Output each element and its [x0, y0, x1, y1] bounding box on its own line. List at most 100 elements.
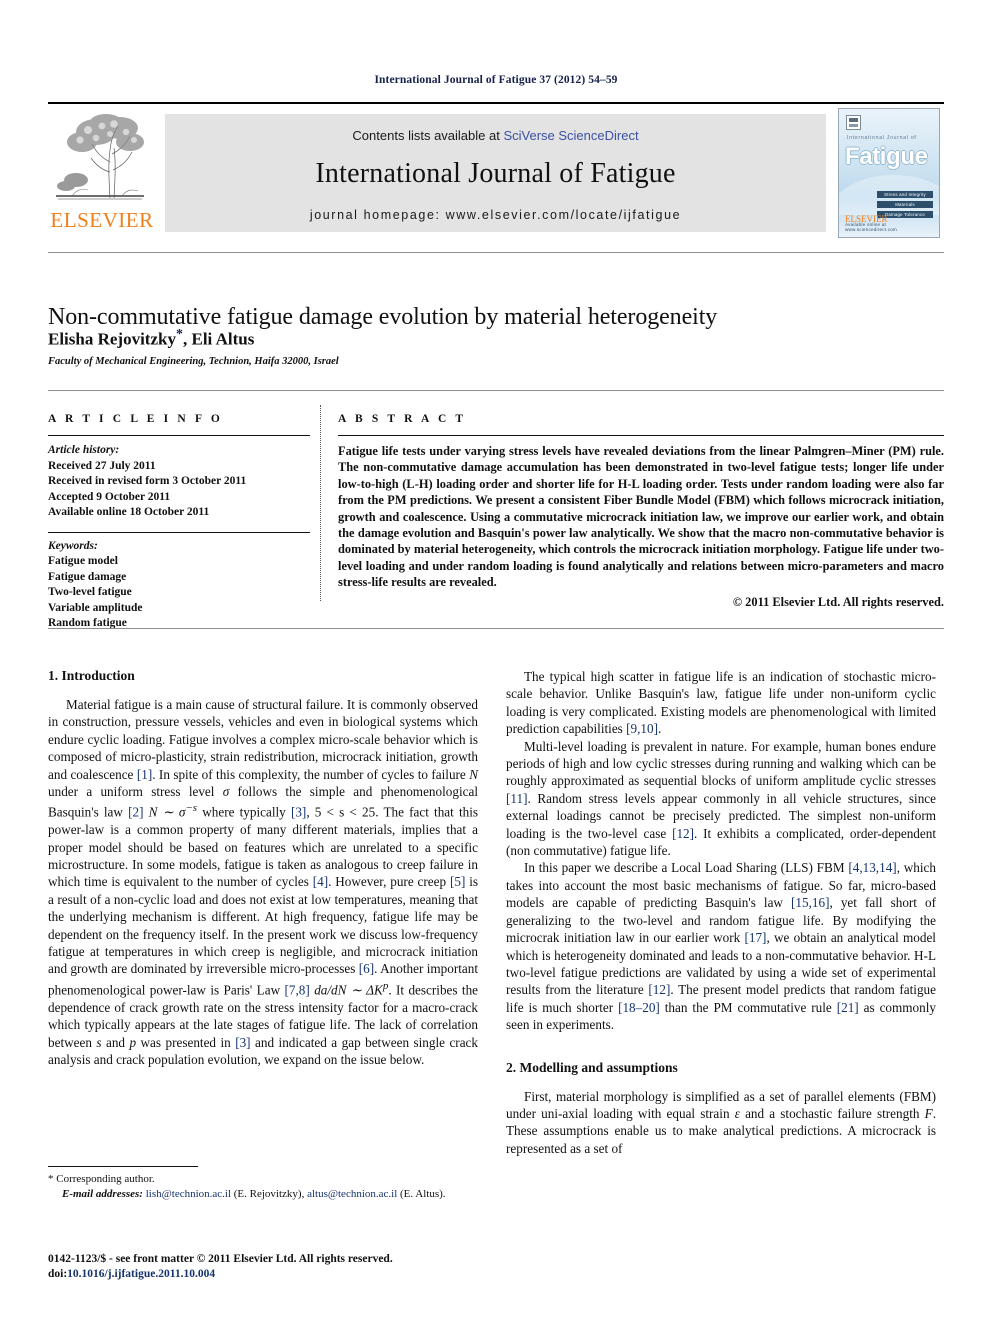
body-column-right: The typical high scatter in fatigue life…: [506, 668, 936, 1157]
article-info-rule: [48, 435, 310, 436]
cover-title: Fatigue: [845, 143, 928, 170]
paragraph-right-3: In this paper we describe a Local Load S…: [506, 859, 936, 1033]
cover-bar: Stress and Integrity: [877, 191, 933, 198]
keywords-label: Keywords:: [48, 539, 98, 552]
math-exponent: −s: [185, 802, 198, 815]
citation-ref[interactable]: [21]: [837, 1000, 859, 1015]
elsevier-wordmark: ELSEVIER: [50, 208, 154, 232]
keywords-rule: [48, 531, 310, 533]
history-item: Available online 18 October 2011: [48, 506, 210, 518]
email-link-1[interactable]: lish@technion.ac.il: [146, 1188, 231, 1200]
keyword-item: Fatigue damage: [48, 570, 127, 583]
email-owner-1: (E. Rejovitzky),: [231, 1188, 308, 1200]
cover-footer-text: Available online at www.sciencedirect.co…: [845, 222, 897, 232]
citation-ref[interactable]: [7,8]: [285, 982, 310, 997]
journal-masthead: ELSEVIER Contents lists available at Sci…: [48, 102, 944, 238]
body-column-left: 1. Introduction Material fatigue is a ma…: [48, 668, 478, 1068]
keyword-item: Variable amplitude: [48, 601, 143, 614]
contents-prefix: Contents lists available at: [352, 128, 504, 143]
info-abstract-block: A R T I C L E I N F O Article history: R…: [48, 390, 944, 629]
cover-bar: Materials: [877, 201, 933, 208]
citation-ref[interactable]: [1]: [137, 767, 152, 782]
abstract-rule: [338, 435, 944, 436]
abstract-text: Fatigue life tests under varying stress …: [338, 444, 944, 590]
history-item: Received 27 July 2011: [48, 459, 156, 472]
email-label: E-mail addresses:: [62, 1188, 143, 1200]
footnote-block: * Corresponding author. E-mail addresses…: [48, 1172, 488, 1202]
text-run: where typically: [197, 804, 291, 820]
keyword-item: Fatigue model: [48, 555, 118, 567]
doi-label: doi:: [48, 1268, 68, 1280]
text-run: . However, pure creep: [328, 874, 450, 890]
journal-title: International Journal of Fatigue: [315, 158, 676, 189]
citation-ref[interactable]: [2]: [128, 805, 143, 820]
paragraph-right-4: First, material morphology is simplified…: [506, 1088, 936, 1158]
text-run: was presented in: [136, 1034, 236, 1050]
citation-ref[interactable]: [9,10]: [626, 721, 658, 736]
email-addresses-note: E-mail addresses: lish@technion.ac.il (E…: [48, 1187, 488, 1202]
citation-ref[interactable]: [12]: [672, 826, 694, 841]
tree-drawing-icon: [52, 110, 148, 208]
author-list: Elisha Rejovitzky*, Eli Altus: [48, 327, 928, 350]
text-run: Multi-level loading is prevalent in natu…: [506, 738, 936, 789]
text-run: under a uniform stress level: [48, 784, 223, 800]
cover-superline: International Journal of: [847, 135, 917, 141]
doi-line: doi:10.1016/j.ijfatigue.2011.10.004: [48, 1267, 548, 1282]
citation-ref[interactable]: [18–20]: [618, 1000, 660, 1015]
journal-homepage[interactable]: journal homepage: www.elsevier.com/locat…: [165, 208, 826, 222]
body-divider: [48, 628, 944, 629]
corresponding-author-note: * Corresponding author.: [48, 1172, 488, 1187]
article-info-column: A R T I C L E I N F O Article history: R…: [48, 413, 310, 632]
citation-ref[interactable]: [4,13,14]: [848, 860, 896, 875]
article-history-label: Article history:: [48, 444, 120, 456]
issn-line: 0142-1123/$ - see front matter © 2011 El…: [48, 1253, 393, 1265]
history-item: Accepted 9 October 2011: [48, 490, 171, 503]
text-run: .: [658, 721, 662, 737]
math-expression: da/dN ∼ ΔK: [314, 982, 383, 998]
paragraph-right-2: Multi-level loading is prevalent in natu…: [506, 738, 936, 860]
citation-ref[interactable]: [3]: [235, 1035, 250, 1050]
citation-ref[interactable]: [11]: [506, 791, 527, 806]
author-name-primary: Elisha Rejovitzky: [48, 329, 176, 349]
citation-ref[interactable]: [15,16]: [791, 895, 829, 910]
contents-line: Contents lists available at SciVerse Sci…: [165, 128, 826, 143]
paragraph-intro-1: Material fatigue is a main cause of stru…: [48, 696, 478, 1068]
author-name-secondary: , Eli Altus: [182, 329, 255, 349]
doi-link[interactable]: 10.1016/j.ijfatigue.2011.10.004: [67, 1268, 215, 1280]
text-run: and: [101, 1034, 130, 1050]
issn-footer: 0142-1123/$ - see front matter © 2011 El…: [48, 1252, 548, 1282]
citation-ref[interactable]: [17]: [744, 930, 766, 945]
footnote-divider: [48, 1166, 198, 1167]
math-var: N: [469, 766, 478, 782]
section-heading-introduction: 1. Introduction: [48, 668, 135, 683]
text-run: and a stochastic failure strength: [739, 1105, 925, 1121]
abstract-heading: A B S T R A C T: [338, 413, 467, 425]
text-run: than the PM commutative rule: [659, 999, 837, 1015]
citation-ref[interactable]: [6]: [359, 961, 374, 976]
journal-cover-thumbnail: International Journal of Fatigue Stress …: [838, 108, 940, 238]
column-dotted-divider: [320, 405, 321, 601]
paper-page: International Journal of Fatigue 37 (201…: [0, 0, 992, 1323]
history-item: Received in revised form 3 October 2011: [48, 475, 247, 487]
sciencedirect-link[interactable]: SciVerse ScienceDirect: [503, 128, 638, 143]
affiliation: Faculty of Mechanical Engineering, Techn…: [48, 356, 339, 367]
footnote-text: Corresponding author.: [53, 1173, 155, 1185]
email-link-2[interactable]: altus@technion.ac.il: [307, 1188, 397, 1200]
citation-ref[interactable]: [5]: [450, 874, 465, 889]
text-run: The typical high scatter in fatigue life…: [506, 669, 936, 737]
text-run: In this paper we describe a Local Load S…: [524, 860, 849, 876]
corresponding-author-marker: *: [175, 327, 183, 342]
keyword-item: Two-level fatigue: [48, 586, 132, 598]
running-head: International Journal of Fatigue 37 (201…: [374, 74, 618, 86]
citation-ref[interactable]: [12]: [648, 982, 670, 997]
elsevier-logo: ELSEVIER: [48, 110, 156, 234]
email-owner-2: (E. Altus).: [397, 1188, 446, 1200]
cover-publisher-icon: [846, 115, 861, 130]
article-info-heading: A R T I C L E I N F O: [48, 413, 223, 425]
abstract-column: A B S T R A C T Fatigue life tests under…: [338, 413, 944, 610]
section-heading-modelling: 2. Modelling and assumptions: [506, 1059, 678, 1075]
citation-ref[interactable]: [4]: [313, 874, 328, 889]
math-var: F: [924, 1105, 933, 1121]
math-expression: N ∼ σ: [148, 804, 186, 820]
citation-ref[interactable]: [3]: [291, 805, 306, 820]
